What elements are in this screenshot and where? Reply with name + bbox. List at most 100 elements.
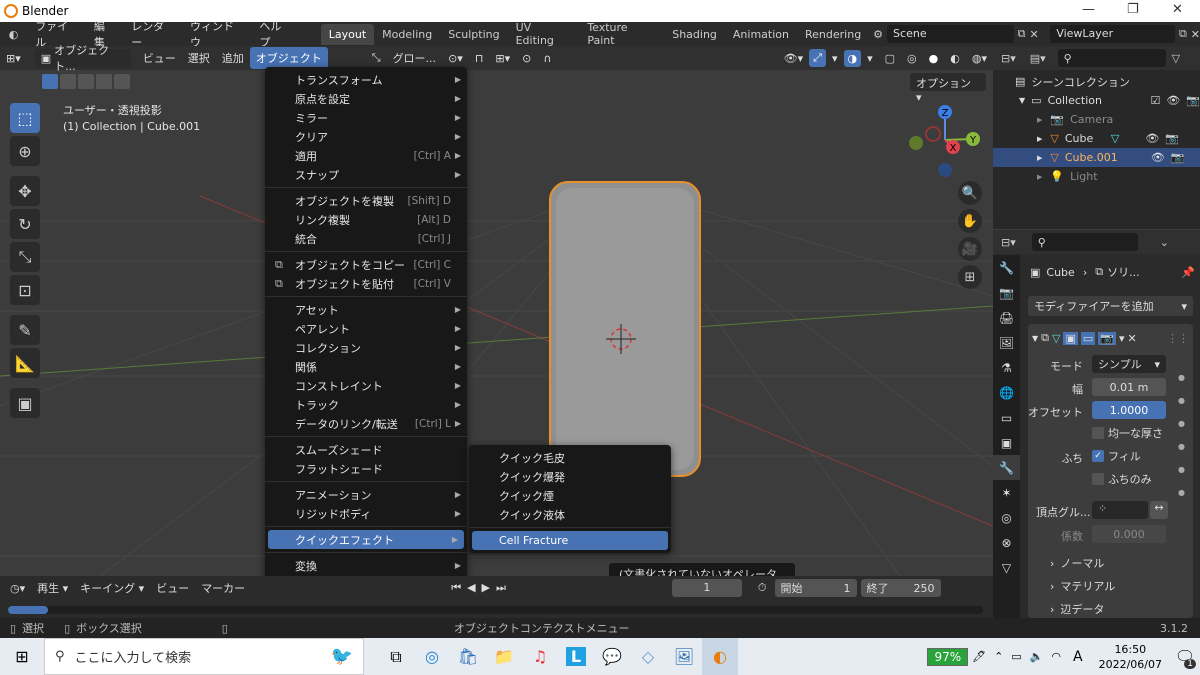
tab-animation[interactable]: Animation — [725, 24, 797, 45]
file-explorer-icon[interactable]: 📁 — [486, 638, 522, 675]
object-menu-item[interactable]: ⧉ オブジェクトを貼付 [Ctrl] V — [265, 274, 467, 293]
object-menu-item[interactable]: 統合 [Ctrl] J — [265, 229, 467, 248]
tab-rendering[interactable]: Rendering — [797, 24, 869, 45]
object-menu-item[interactable]: スナップ ▶ — [265, 165, 467, 184]
task-view-icon[interactable]: ⧉ — [378, 638, 414, 675]
offset-field[interactable]: 1.0000 — [1092, 401, 1166, 419]
scene-tab-icon[interactable]: ⚗ — [993, 355, 1020, 380]
select-intersect-icon[interactable] — [114, 74, 130, 89]
world-tab-icon[interactable]: 🌐 — [993, 380, 1020, 405]
object-menu-item[interactable]: トラック ▶ — [265, 395, 467, 414]
stopwatch-icon[interactable]: ⏱ — [758, 581, 767, 595]
section-normals[interactable]: › ノーマル — [1050, 555, 1104, 571]
physics-tab-icon[interactable]: ◎ — [993, 505, 1020, 530]
object-menu-item[interactable]: 変換 ▶ — [265, 556, 467, 575]
quick-smoke-item[interactable]: クイック煙 — [469, 486, 671, 505]
edge-icon[interactable]: ◎ — [414, 638, 450, 675]
scene-collection-row[interactable]: ▤ シーンコレクション — [993, 72, 1200, 91]
rotate-tool-icon[interactable]: ↻ — [10, 209, 40, 239]
collection-row[interactable]: ▼ ▭ Collection ☑ 👁 📷 — [993, 91, 1200, 110]
object-menu-item[interactable]: スムーズシェード — [265, 440, 467, 459]
remove-modifier-icon[interactable]: ✕ — [1128, 332, 1137, 345]
menu-playback[interactable]: 再生 ▾ — [31, 577, 74, 599]
notification-icon[interactable]: 🗨 1 — [1170, 638, 1200, 675]
eye-icon[interactable]: 👁 — [1166, 94, 1180, 107]
measure-tool-icon[interactable]: 📐 — [10, 348, 40, 378]
end-frame-field[interactable]: 終了 250 — [860, 579, 941, 597]
rim-only-checkbox[interactable]: ふちのみ — [1092, 471, 1152, 487]
tab-sculpting[interactable]: Sculpting — [440, 24, 507, 45]
add-modifier-dropdown[interactable]: モディファイアーを追加 ▾ — [1028, 296, 1193, 316]
solid-shading-icon[interactable]: ● — [923, 49, 945, 68]
menu-timeline-view[interactable]: ビュー — [150, 577, 195, 599]
menu-view[interactable]: ビュー — [137, 47, 182, 69]
itunes-icon[interactable]: ♫ — [522, 638, 558, 675]
modifier-tab-icon[interactable]: 🔧 — [993, 455, 1020, 480]
select-subtract-icon[interactable] — [78, 74, 94, 89]
outliner-search[interactable]: ⚲ — [1057, 49, 1166, 67]
pivot-icon[interactable]: ⊙▾ — [442, 49, 469, 68]
select-tool-icon[interactable]: ⬚ — [10, 103, 40, 133]
invert-vertex-group-icon[interactable]: ↔ — [1150, 501, 1168, 519]
outliner-item-cube[interactable]: ▶ ▽ Cube ▽ 👁 📷 — [993, 129, 1200, 148]
mode-dropdown[interactable]: シンプル ▾ — [1092, 355, 1166, 373]
output-tab-icon[interactable]: 🖨 — [993, 305, 1020, 330]
pan-hand-icon[interactable]: ✋ — [958, 209, 982, 233]
factor-field[interactable]: 0.000 — [1092, 525, 1166, 543]
select-new-icon[interactable] — [42, 74, 58, 89]
mode-selector[interactable]: ▣ オブジェクト... — [34, 44, 131, 73]
collapse-icon[interactable]: ▼ — [1032, 334, 1038, 343]
object-menu-item[interactable]: ⧉ オブジェクトをコピー [Ctrl] C — [265, 255, 467, 274]
timeline-scrubber[interactable] — [8, 606, 983, 614]
width-field[interactable]: 0.01 m — [1092, 378, 1166, 396]
playback-controls[interactable]: ⏮◀▶⏭ — [451, 581, 512, 595]
select-invert-icon[interactable] — [96, 74, 112, 89]
taskbar-search[interactable]: ⚲ ここに入力して検索 🐦 — [44, 638, 364, 675]
blender-menu-icon[interactable]: ◐ — [0, 28, 27, 41]
menu-add[interactable]: 追加 — [216, 47, 250, 69]
line-icon[interactable]: 💬 — [594, 638, 630, 675]
modifier-dropdown-icon[interactable]: ▾ — [1119, 332, 1125, 345]
store-icon[interactable]: 🛍 — [450, 638, 486, 675]
object-menu-item[interactable]: リンク複製 [Alt] D — [265, 210, 467, 229]
photos-icon[interactable]: 🖼 — [666, 638, 702, 675]
current-frame-field[interactable]: 1 — [671, 579, 742, 597]
new-viewlayer-icon[interactable]: ⧉ — [1175, 27, 1191, 41]
object-menu-item[interactable]: 関係 ▶ — [265, 357, 467, 376]
zoom-icon[interactable]: 🔍 — [958, 181, 982, 205]
object-menu-item[interactable]: 原点を設定 ▶ — [265, 89, 467, 108]
menu-keying[interactable]: キーイング ▾ — [74, 577, 150, 599]
section-materials[interactable]: › マテリアル — [1050, 578, 1115, 594]
delete-scene-icon[interactable]: ✕ — [1029, 28, 1038, 41]
quick-liquid-item[interactable]: クイック液体 — [469, 505, 671, 524]
eye-icon[interactable]: 👁 — [1145, 132, 1159, 145]
app-l-icon[interactable]: L — [558, 638, 594, 675]
timeline-editor-icon[interactable]: ◷▾ — [0, 582, 31, 595]
object-menu-item[interactable]: フラットシェード — [265, 459, 467, 478]
even-thickness-checkbox[interactable]: 均一な厚さ — [1092, 425, 1163, 441]
camera-view-icon[interactable]: 🎥 — [958, 237, 982, 261]
transform-tool-icon[interactable]: ⊡ — [10, 275, 40, 305]
editor-type-icon[interactable]: ⊞▾ — [0, 49, 27, 68]
show-in-editmode-icon[interactable]: ▣ — [1063, 331, 1078, 345]
object-menu-item[interactable]: クリア ▶ — [265, 127, 467, 146]
windows-start-icon[interactable]: ⊞ — [0, 638, 44, 675]
scale-tool-icon[interactable]: ⤡ — [10, 242, 40, 272]
quick-fur-item[interactable]: クイック毛皮 — [469, 448, 671, 467]
falloff-icon[interactable]: ∩ — [537, 49, 557, 68]
menu-select[interactable]: 選択 — [182, 47, 216, 69]
object-menu-item[interactable]: リジッドボディ ▶ — [265, 504, 467, 523]
new-scene-icon[interactable]: ⧉ — [1014, 27, 1030, 41]
properties-options-icon[interactable]: ⌄ — [1160, 236, 1169, 249]
properties-search[interactable]: ⚲ — [1031, 233, 1138, 251]
display-mode-icon[interactable]: ▤▾ — [1024, 52, 1052, 65]
add-cube-tool-icon[interactable]: ▣ — [10, 388, 40, 418]
cell-fracture-item[interactable]: Cell Fracture — [472, 531, 668, 550]
show-in-render-icon[interactable]: 📷 — [1098, 331, 1116, 345]
object-menu-item[interactable]: ペアレント ▶ — [265, 319, 467, 338]
quick-explode-item[interactable]: クイック爆発 — [469, 467, 671, 486]
visibility-icon[interactable]: 👁▾ — [778, 49, 810, 68]
playhead-marker[interactable] — [8, 606, 48, 614]
battery-indicator[interactable]: 97% — [927, 647, 969, 666]
show-in-viewport-icon[interactable]: ▭ — [1080, 331, 1096, 345]
